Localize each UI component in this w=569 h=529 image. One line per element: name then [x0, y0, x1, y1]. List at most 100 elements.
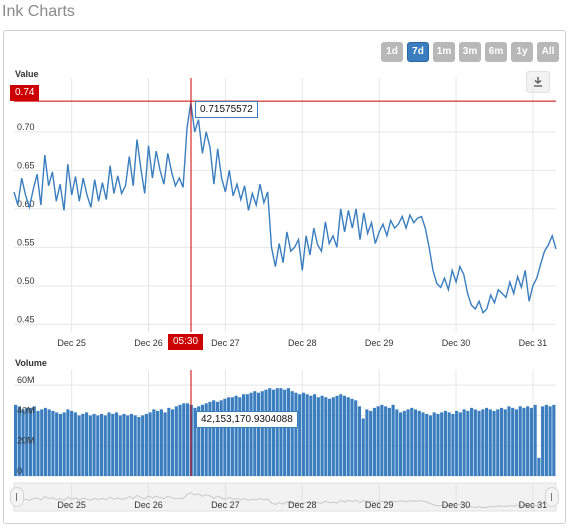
value-y-tick: 0.70 — [17, 122, 35, 132]
value-tooltip: 0.71575572 — [195, 101, 258, 118]
volume-bar — [62, 412, 66, 476]
volume-bar — [290, 391, 294, 476]
volume-bar — [428, 415, 433, 476]
volume-bar — [436, 413, 440, 476]
volume-bar — [133, 415, 137, 476]
volume-bar — [342, 395, 347, 476]
volume-bar — [163, 412, 167, 476]
volume-bar — [182, 403, 186, 476]
volume-bar — [492, 410, 496, 476]
volume-bar — [496, 409, 500, 476]
navigator-scroll-left[interactable] — [10, 487, 24, 507]
volume-bar — [425, 413, 429, 476]
volume-bar — [455, 410, 459, 476]
navigator-x-tick: Dec 31 — [519, 500, 548, 510]
volume-bar — [111, 413, 115, 476]
value-x-tick: Dec 30 — [442, 338, 471, 348]
volume-bar — [357, 406, 362, 476]
value-x-tick: Dec 26 — [134, 338, 163, 348]
volume-bar — [484, 407, 489, 476]
navigator-background — [13, 482, 557, 512]
volume-bar — [384, 406, 388, 476]
volume-bar — [451, 413, 455, 476]
volume-bar — [99, 413, 104, 476]
volume-bar — [541, 406, 545, 476]
volume-bar — [51, 410, 55, 476]
volume-bar — [279, 388, 283, 476]
volume-bar — [503, 409, 507, 476]
volume-bar — [421, 412, 425, 476]
volume-tooltip: 42,153,170.9304088 — [196, 411, 298, 428]
volume-bar — [148, 412, 152, 476]
volume-y-tick: 40M — [17, 405, 35, 415]
volume-bar — [66, 409, 70, 476]
volume-bar — [514, 409, 519, 476]
volume-y-tick: 0 — [17, 466, 22, 476]
volume-bar — [275, 388, 279, 476]
volume-bar — [372, 407, 376, 476]
volume-bar — [129, 413, 134, 476]
volume-bar — [544, 404, 548, 476]
volume-bar — [522, 407, 526, 476]
volume-bar — [260, 391, 264, 476]
volume-bar — [298, 394, 302, 476]
volume-bar — [77, 415, 81, 476]
volume-bar — [249, 392, 253, 476]
volume-bar — [73, 412, 77, 476]
volume-bar — [122, 413, 126, 476]
volume-bar — [141, 415, 145, 476]
volume-bar — [354, 400, 358, 476]
volume-bar — [234, 395, 238, 476]
value-x-tick: Dec 28 — [288, 338, 317, 348]
volume-bar — [518, 406, 522, 476]
volume-bar — [316, 397, 320, 476]
volume-bar — [387, 407, 391, 476]
value-y-tick: 0.60 — [17, 199, 35, 209]
volume-bar — [402, 410, 406, 476]
navigator-x-tick: Dec 29 — [365, 500, 394, 510]
stock-chart[interactable]: 0.45 0.50 0.55 0.60 0.65 0.70 Dec 25 Dec 26 Dec … — [0, 0, 569, 529]
volume-bar — [92, 413, 96, 476]
value-y-tick: 0.65 — [17, 160, 35, 170]
volume-bar — [391, 404, 395, 476]
volume-bar — [447, 412, 451, 476]
volume-bar — [324, 397, 328, 476]
volume-bar — [327, 398, 332, 476]
volume-bar — [268, 388, 272, 476]
volume-bar — [294, 392, 298, 476]
volume-bar — [507, 406, 511, 476]
volume-bar — [473, 409, 477, 476]
volume-bar — [47, 409, 51, 476]
volume-bar — [242, 394, 246, 476]
volume-bar — [107, 412, 111, 476]
navigator-x-tick: Dec 26 — [134, 500, 163, 510]
volume-bar — [264, 389, 268, 476]
navigator-x-tick: Dec 25 — [57, 500, 86, 510]
volume-bar — [174, 406, 178, 476]
volume-bar — [40, 409, 44, 476]
volume-bar — [432, 412, 436, 476]
volume-bar — [488, 409, 492, 476]
volume-bar — [309, 395, 313, 476]
volume-bar — [70, 410, 74, 476]
volume-y-tick: 60M — [17, 375, 35, 385]
value-x-tick: Dec 31 — [519, 338, 548, 348]
volume-bar — [156, 410, 160, 476]
volume-bar — [178, 404, 182, 476]
volume-bar — [417, 410, 421, 476]
value-x-tick: Dec 25 — [57, 338, 86, 348]
volume-bar — [167, 407, 171, 476]
value-line-series — [13, 102, 557, 315]
navigator-scroll-right[interactable] — [545, 487, 559, 507]
value-y-tick: 0.45 — [17, 314, 35, 324]
crosshair-y-badge: 0.74 — [10, 85, 40, 101]
volume-bar — [55, 412, 59, 476]
volume-bar — [253, 391, 257, 476]
volume-bar — [552, 404, 556, 476]
volume-bar — [256, 392, 261, 476]
volume-bar — [159, 409, 163, 476]
volume-bar — [43, 407, 48, 476]
volume-bar — [361, 418, 365, 476]
volume-bar — [376, 406, 380, 476]
volume-bar — [346, 397, 350, 476]
